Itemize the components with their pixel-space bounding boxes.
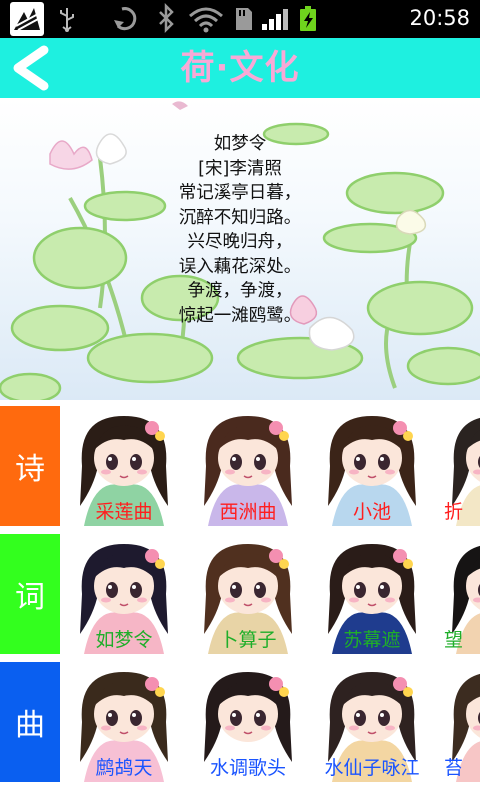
- item-strip[interactable]: 采莲曲 西洲曲 小池 折: [64, 406, 480, 526]
- poem-item[interactable]: 苔: [436, 662, 480, 782]
- clock: 20:58: [409, 6, 470, 30]
- poem-item[interactable]: 采莲曲: [64, 406, 184, 526]
- poem-item[interactable]: 鹧鸪天: [64, 662, 184, 782]
- item-label: 苏幕遮: [343, 629, 401, 651]
- category-row-ci: 词 如梦令 卜算子 苏幕遮 望: [0, 534, 480, 654]
- poem-item[interactable]: 西洲曲: [188, 406, 308, 526]
- poem-item[interactable]: 水调歌头: [188, 662, 308, 782]
- poem-title: 如梦令: [213, 134, 267, 154]
- item-label: 水仙子咏江: [324, 757, 420, 779]
- title-bar: 荷·文化: [0, 38, 480, 98]
- status-bar: 20:58: [0, 0, 480, 38]
- poem-line: 误入藕花深处。: [178, 256, 302, 277]
- signal-icon: [262, 9, 288, 30]
- bluetooth-icon: [159, 2, 174, 34]
- wifi-icon: [189, 7, 223, 33]
- poem-author: [宋]李清照: [198, 158, 282, 179]
- item-label: 水调歌头: [209, 757, 286, 779]
- poem-item[interactable]: 折: [436, 406, 480, 526]
- item-label: 西洲曲: [219, 501, 277, 523]
- item-label: 望: [444, 629, 464, 651]
- item-label: 采莲曲: [95, 501, 153, 523]
- poem-item[interactable]: 如梦令: [64, 534, 184, 654]
- sd-card-icon: [236, 8, 252, 30]
- poem-item[interactable]: 水仙子咏江: [312, 662, 432, 782]
- item-label: 鹧鸪天: [95, 757, 153, 779]
- item-label: 如梦令: [95, 629, 153, 651]
- poem-item[interactable]: 苏幕遮: [312, 534, 432, 654]
- item-label: 折: [444, 501, 464, 523]
- poem-banner: 如梦令 [宋]李清照 常记溪亭日暮， 沉醉不知归路。 兴尽晚归舟， 误入藕花深处…: [0, 98, 480, 400]
- poem-item[interactable]: 小池: [312, 406, 432, 526]
- item-strip[interactable]: 如梦令 卜算子 苏幕遮 望: [64, 534, 480, 654]
- page-title: 荷·文化: [180, 48, 300, 88]
- poem-item[interactable]: 卜算子: [188, 534, 308, 654]
- item-label: 小池: [352, 501, 391, 523]
- poem-line: 沉醉不知归路。: [178, 207, 302, 228]
- poem-item[interactable]: 望: [436, 534, 480, 654]
- category-row-qu: 曲 鹧鸪天 水调歌头 水仙子咏江 苔: [0, 662, 480, 782]
- category-row-shi: 诗 采莲曲 西洲曲 小池 折: [0, 406, 480, 526]
- sync-icon: [114, 7, 137, 31]
- category-tab-qu[interactable]: 曲: [0, 662, 60, 782]
- poem-line: 争渡，争渡，: [187, 281, 293, 301]
- poem-line: 惊起一滩鸥鹭。: [178, 305, 302, 326]
- item-label: 卜算子: [219, 629, 277, 651]
- category-tab-shi[interactable]: 诗: [0, 406, 60, 526]
- poem-text: 如梦令 [宋]李清照 常记溪亭日暮， 沉醉不知归路。 兴尽晚归舟， 误入藕花深处…: [100, 132, 380, 328]
- poem-line: 兴尽晚归舟，: [187, 232, 293, 252]
- battery-charging-icon: [300, 6, 316, 31]
- usb-icon: [58, 6, 76, 32]
- item-label: 苔: [444, 757, 464, 779]
- category-tab-ci[interactable]: 词: [0, 534, 60, 654]
- app-icon: [10, 2, 44, 36]
- poem-line: 常记溪亭日暮，: [178, 183, 302, 203]
- item-strip[interactable]: 鹧鸪天 水调歌头 水仙子咏江 苔: [64, 662, 480, 782]
